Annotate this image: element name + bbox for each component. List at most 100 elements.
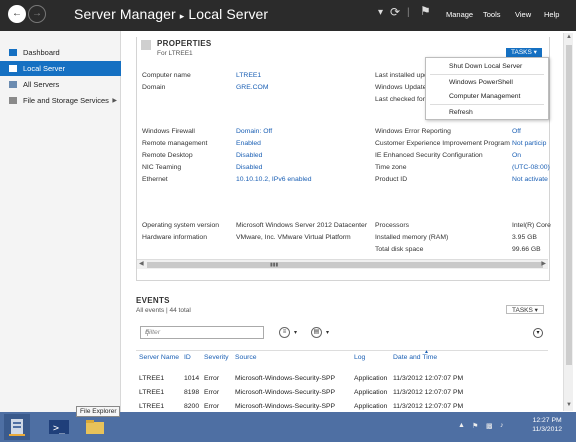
prop-label: Processors xyxy=(375,222,409,229)
column-header-id[interactable]: ID xyxy=(184,354,191,361)
menu-view[interactable]: View xyxy=(515,10,531,19)
prop-value-ceip[interactable]: Not particip xyxy=(512,140,562,147)
powershell-taskbar-icon[interactable]: >_ xyxy=(46,414,72,440)
table-cell[interactable]: Error xyxy=(204,403,219,410)
sidebar-item-all-servers[interactable]: All Servers xyxy=(0,77,121,92)
table-cell[interactable]: Error xyxy=(204,375,219,382)
scroll-thumb[interactable] xyxy=(566,45,572,365)
table-cell[interactable]: Microsoft-Windows-Security-SPP xyxy=(235,403,335,410)
server-manager-taskbar-icon[interactable] xyxy=(4,414,30,440)
prop-value-time-zone[interactable]: (UTC-08:00) xyxy=(512,164,550,171)
table-cell[interactable]: LTREE1 xyxy=(139,389,164,396)
prop-value-product-id[interactable]: Not activate xyxy=(512,176,562,183)
main-vertical-scrollbar[interactable]: ▲ ▼ xyxy=(563,33,573,411)
prop-label: Last installed upd xyxy=(375,72,428,79)
dropdown-caret-icon[interactable]: ▾ xyxy=(378,7,383,18)
table-cell[interactable]: Microsoft-Windows-Security-SPP xyxy=(235,389,335,396)
column-header-source[interactable]: Source xyxy=(235,354,257,361)
table-cell[interactable]: 11/3/2012 12:07:07 PM xyxy=(393,389,463,396)
table-cell[interactable]: 8200 xyxy=(184,403,199,410)
events-filter-input[interactable]: Filter ⚲ xyxy=(140,326,264,339)
tray-chevron-icon[interactable]: ▲ xyxy=(458,422,465,429)
scroll-up-icon[interactable]: ▲ xyxy=(566,34,572,40)
prop-label: Windows Firewall xyxy=(142,128,195,135)
chevron-right-icon[interactable]: ▶ xyxy=(112,97,117,104)
tasks-label: TASKS xyxy=(511,49,532,56)
menu-item-powershell[interactable]: Windows PowerShell xyxy=(426,76,548,89)
list-view-icon[interactable]: ≡ xyxy=(279,327,290,338)
prop-value-firewall[interactable]: Domain: Off xyxy=(236,128,272,135)
forward-arrow-icon[interactable]: → xyxy=(28,5,46,23)
sidebar-item-file-storage[interactable]: File and Storage Services ▶ xyxy=(0,93,121,108)
prop-value-remote-desktop[interactable]: Disabled xyxy=(236,152,262,159)
prop-value-disk-space: 99.66 GB xyxy=(512,246,541,253)
sidebar-item-label: File and Storage Services xyxy=(23,96,109,105)
prop-value-error-reporting[interactable]: Off xyxy=(512,128,521,135)
table-cell[interactable]: Application xyxy=(354,389,387,396)
prop-value-remote-management[interactable]: Enabled xyxy=(236,140,261,147)
prop-value-computer-name[interactable]: LTREE1 xyxy=(236,72,261,79)
prop-value-ie-esc[interactable]: On xyxy=(512,152,521,159)
menu-item-shutdown[interactable]: Shut Down Local Server xyxy=(426,60,548,73)
sidebar-item-label: All Servers xyxy=(23,80,60,89)
scroll-down-icon[interactable]: ▼ xyxy=(566,402,572,408)
table-cell[interactable]: Application xyxy=(354,403,387,410)
table-cell[interactable]: 11/3/2012 12:07:07 PM xyxy=(393,403,463,410)
table-cell[interactable]: LTREE1 xyxy=(139,375,164,382)
prop-value-nic-teaming[interactable]: Disabled xyxy=(236,164,262,171)
column-header-server-name[interactable]: Server Name xyxy=(139,354,179,361)
chevron-down-icon[interactable]: ▾ xyxy=(294,329,297,336)
scroll-left-icon[interactable]: ◀ xyxy=(139,260,144,267)
back-arrow-icon[interactable]: ← xyxy=(8,5,26,23)
title-bar: ← → Server Manager ▸ Local Server ▾ ⟳ | … xyxy=(0,0,576,31)
prop-value-ethernet[interactable]: 10.10.10.2, IPv6 enabled xyxy=(236,176,312,183)
table-cell[interactable]: 11/3/2012 12:07:07 PM xyxy=(393,375,463,382)
column-header-severity[interactable]: Severity xyxy=(204,354,229,361)
properties-tasks-button[interactable]: TASKS ▾ xyxy=(506,48,542,57)
menu-tools[interactable]: Tools xyxy=(483,10,501,19)
scroll-right-icon[interactable]: ▶ xyxy=(541,260,546,267)
table-cell[interactable]: Microsoft-Windows-Security-SPP xyxy=(235,375,335,382)
table-cell[interactable]: 8198 xyxy=(184,389,199,396)
prop-value-os-version: Microsoft Windows Server 2012 Datacenter xyxy=(236,222,368,229)
table-cell[interactable]: Application xyxy=(354,375,387,382)
column-header-date-time[interactable]: Date and Time xyxy=(393,354,437,361)
sidebar-item-label: Dashboard xyxy=(23,48,60,57)
table-cell[interactable]: 1014 xyxy=(184,375,199,382)
scroll-grip-icon: ▮▮▮ xyxy=(270,262,279,268)
menu-item-computer-management[interactable]: Computer Management xyxy=(426,90,548,103)
servers-icon xyxy=(9,81,17,88)
chevron-down-icon: ▾ xyxy=(533,49,537,56)
refresh-icon[interactable]: ⟳ xyxy=(390,5,400,19)
events-tasks-button[interactable]: TASKS ▾ xyxy=(506,305,544,314)
scroll-thumb[interactable] xyxy=(147,262,543,268)
sidebar-item-local-server[interactable]: Local Server xyxy=(0,61,121,76)
prop-label: Computer name xyxy=(142,72,191,79)
grouping-icon[interactable]: ▤ xyxy=(311,327,322,338)
table-cell[interactable]: LTREE1 xyxy=(139,403,164,410)
volume-icon[interactable]: ♪ xyxy=(500,422,504,429)
file-explorer-taskbar-icon[interactable] xyxy=(82,414,108,440)
menu-manage[interactable]: Manage xyxy=(446,10,473,19)
prop-value-domain[interactable]: GRE.COM xyxy=(236,84,268,91)
prop-label: IE Enhanced Security Configuration xyxy=(375,152,483,159)
network-icon[interactable]: ▩ xyxy=(486,422,493,430)
tray-flag-icon[interactable]: ⚑ xyxy=(472,422,478,430)
breadcrumb-separator: ▸ xyxy=(179,11,185,21)
menu-item-refresh[interactable]: Refresh xyxy=(426,106,548,119)
clock-date: 11/3/2012 xyxy=(532,426,562,433)
column-header-log[interactable]: Log xyxy=(354,354,365,361)
taskbar-clock[interactable]: 12:27 PM 11/3/2012 xyxy=(532,416,562,434)
menu-help[interactable]: Help xyxy=(544,10,559,19)
properties-horizontal-scrollbar[interactable]: ◀ ▮▮▮ ▶ xyxy=(137,259,548,269)
search-icon[interactable]: ⚲ xyxy=(145,329,260,337)
prop-label: NIC Teaming xyxy=(142,164,182,171)
expand-collapse-icon[interactable]: ▾ xyxy=(533,328,543,338)
prop-label: Hardware information xyxy=(142,234,207,241)
chevron-down-icon[interactable]: ▾ xyxy=(326,329,329,336)
table-cell[interactable]: Error xyxy=(204,389,219,396)
sidebar-item-dashboard[interactable]: Dashboard xyxy=(0,45,121,60)
notifications-flag-icon[interactable]: ⚑ xyxy=(420,4,431,18)
svg-text:>_: >_ xyxy=(53,423,66,434)
prop-label: Remote Desktop xyxy=(142,152,193,159)
